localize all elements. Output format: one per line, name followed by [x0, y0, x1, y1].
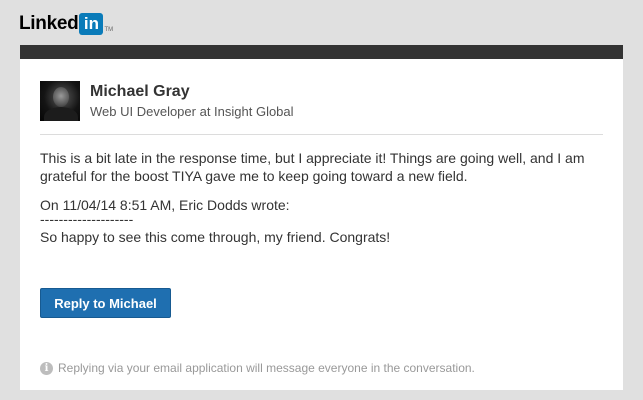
avatar[interactable] [40, 81, 80, 121]
quoted-separator: -------------------- [40, 211, 134, 227]
avatar-shoulder [44, 107, 78, 121]
header-bar [20, 45, 623, 59]
linkedin-logo[interactable]: Linked in TM [19, 12, 113, 36]
divider [40, 134, 603, 135]
reply-notice-text: Replying via your email application will… [58, 361, 475, 375]
avatar-face [53, 87, 69, 107]
message-body: This is a bit late in the response time,… [40, 150, 585, 184]
logo-in-box: in [79, 13, 104, 35]
quoted-body: So happy to see this come through, my fr… [40, 229, 391, 245]
reply-notice: i Replying via your email application wi… [40, 361, 475, 375]
logo-trademark: TM [104, 27, 114, 33]
message-card: Michael Gray Web UI Developer at Insight… [20, 59, 623, 390]
logo-wordmark: Linked [19, 13, 79, 34]
info-icon: i [40, 361, 53, 375]
reply-button[interactable]: Reply to Michael [40, 288, 171, 318]
sender-title: Web UI Developer at Insight Global [90, 104, 294, 119]
sender-name[interactable]: Michael Gray [90, 83, 190, 101]
